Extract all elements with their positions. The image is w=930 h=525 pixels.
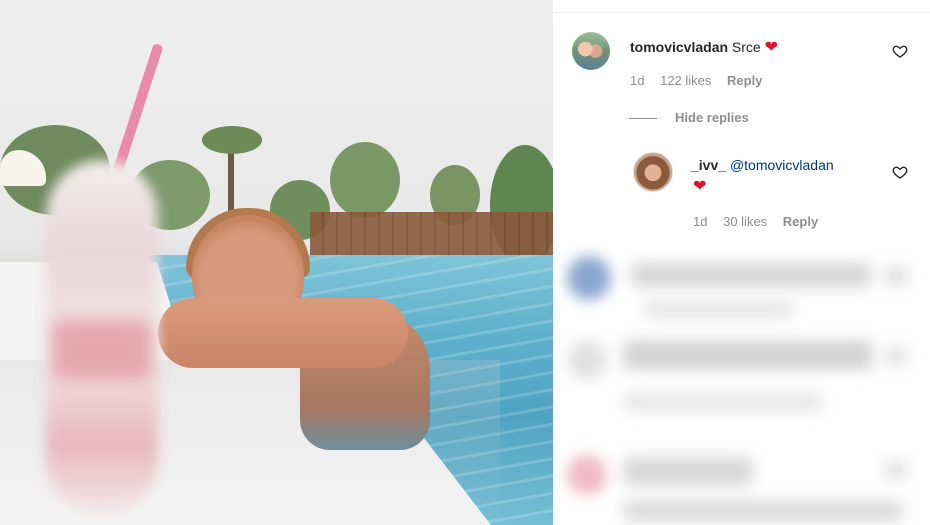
blurred-like (883, 346, 909, 366)
comment-text: Srce (731, 39, 761, 55)
reply-button[interactable]: Reply (783, 214, 818, 229)
comment-line: tomovicvladan Srce ❤ (630, 37, 778, 57)
red-heart-emoji: ❤ (693, 178, 707, 195)
comment-username[interactable]: tomovicvladan (630, 39, 728, 55)
reply-meta: 1d 30 likes Reply (693, 214, 830, 229)
reply-button[interactable]: Reply (727, 73, 762, 88)
blurred-comment (623, 500, 903, 522)
photo-blurred-label (52, 320, 152, 380)
comment-meta: 1d 122 likes Reply (630, 73, 774, 88)
heart-outline-icon[interactable] (892, 164, 908, 180)
blurred-meta (643, 300, 793, 318)
blurred-meta (623, 392, 823, 412)
reply-time[interactable]: 1d (693, 214, 707, 229)
reply-mention[interactable]: @tomovicvladan (730, 157, 834, 173)
photo-person-arms (158, 298, 408, 368)
blurred-comment (623, 456, 753, 486)
blurred-like (883, 460, 909, 480)
comment-time[interactable]: 1d (630, 73, 644, 88)
post-photo (0, 0, 553, 525)
heart-outline-icon[interactable] (892, 43, 908, 59)
blurred-avatar (567, 455, 607, 495)
reply-username[interactable]: _ivv_ (691, 157, 726, 173)
avatar[interactable] (572, 32, 610, 70)
blurred-like (883, 266, 909, 286)
reply-emoji-line: ❤ (693, 176, 706, 196)
blurred-avatar (567, 256, 611, 300)
blurred-avatar (567, 340, 607, 380)
reply-likes[interactable]: 30 likes (723, 214, 767, 229)
red-heart-emoji: ❤ (764, 39, 779, 56)
blurred-comment (623, 340, 873, 370)
reply-line: _ivv_ @tomovicvladan (691, 157, 834, 173)
avatar[interactable] (633, 152, 673, 192)
blurred-comment (631, 262, 871, 288)
hide-replies-line (629, 118, 657, 119)
panel-top-border (553, 12, 930, 13)
comments-panel: tomovicvladan Srce ❤ 1d 122 likes Reply … (553, 0, 930, 525)
comment-likes[interactable]: 122 likes (660, 73, 711, 88)
hide-replies-button[interactable]: Hide replies (675, 110, 749, 125)
